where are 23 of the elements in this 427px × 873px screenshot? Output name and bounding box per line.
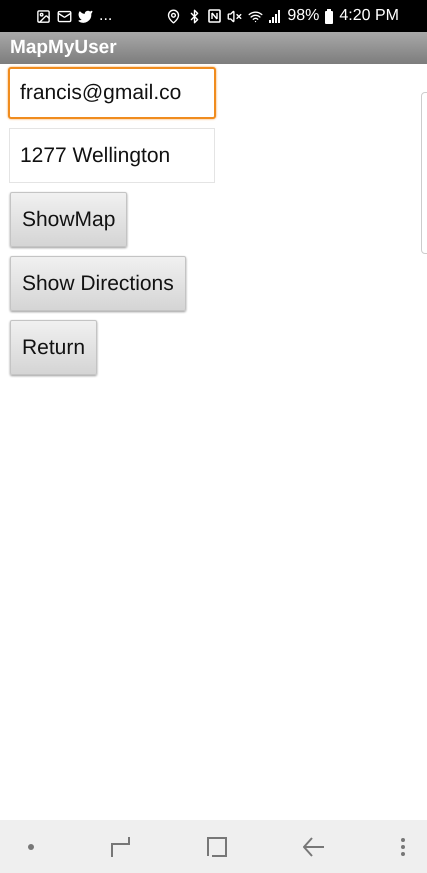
action-button[interactable]: Show Directions bbox=[10, 256, 186, 311]
text-field[interactable]: francis@gmail.co bbox=[8, 67, 216, 119]
battery-percent: 98% bbox=[287, 7, 320, 25]
clock: 4:20 PM bbox=[339, 7, 399, 25]
action-button[interactable]: Return bbox=[10, 320, 98, 375]
mute-icon bbox=[227, 8, 242, 24]
text-field[interactable]: 1277 Wellington bbox=[9, 128, 215, 183]
overflow-text: ... bbox=[99, 7, 112, 25]
back-icon[interactable] bbox=[302, 836, 325, 856]
signal-icon bbox=[269, 10, 282, 22]
image-icon bbox=[36, 8, 51, 24]
recent-apps-icon[interactable] bbox=[110, 836, 130, 858]
more-icon[interactable] bbox=[401, 838, 405, 856]
mail-icon bbox=[57, 8, 72, 24]
location-icon bbox=[166, 8, 182, 24]
battery-icon bbox=[325, 8, 334, 24]
action-button[interactable]: ShowMap bbox=[10, 192, 128, 247]
wifi-icon bbox=[248, 8, 264, 24]
dot-icon[interactable] bbox=[28, 844, 34, 850]
app-title: MapMyUser bbox=[0, 32, 427, 64]
home-icon[interactable] bbox=[206, 836, 226, 856]
nfc-icon bbox=[208, 9, 222, 23]
bird-icon bbox=[78, 8, 93, 24]
